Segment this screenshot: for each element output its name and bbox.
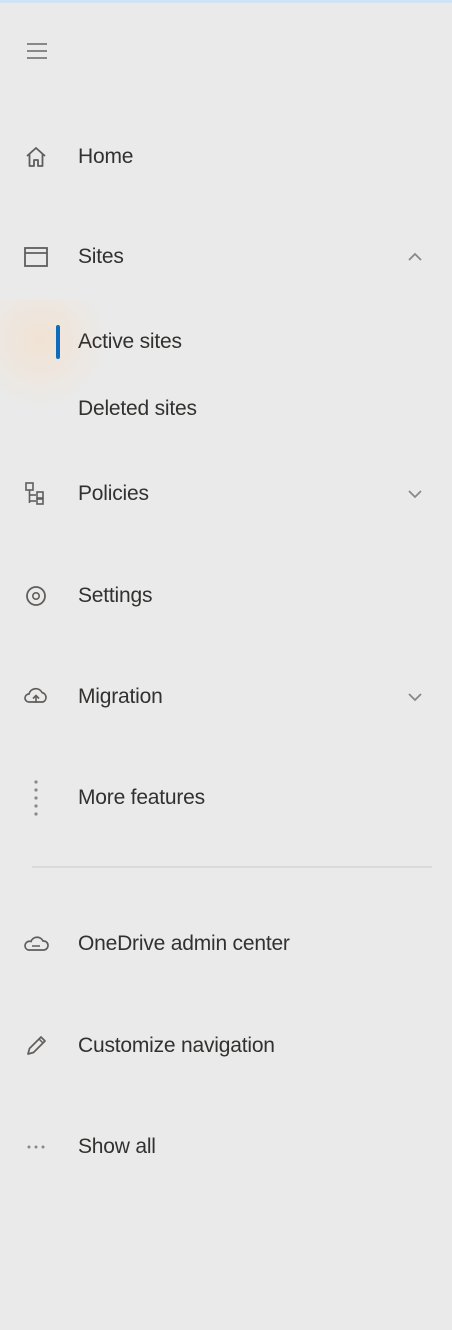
nav-item-label: Show all (78, 1135, 156, 1158)
nav-item-migration[interactable]: Migration (0, 667, 452, 727)
nav-item-policies[interactable]: Policies (0, 464, 452, 524)
nav-item-label: Sites (78, 245, 124, 268)
more-features-icon (22, 780, 50, 816)
nav-item-label: More features (78, 786, 205, 809)
chevron-up-icon[interactable] (402, 244, 428, 270)
home-icon (22, 143, 50, 171)
ellipsis-icon (22, 1133, 50, 1161)
nav-item-label: Active sites (78, 330, 182, 353)
onedrive-icon (22, 930, 50, 958)
policies-icon (22, 480, 50, 508)
pencil-icon (22, 1032, 50, 1060)
nav-item-label: Settings (78, 584, 153, 607)
selected-indicator (56, 325, 60, 359)
nav-item-show-all[interactable]: Show all (0, 1117, 452, 1177)
settings-icon (22, 582, 50, 610)
nav-item-label: Policies (78, 482, 149, 505)
nav-divider (32, 866, 432, 868)
nav-item-label: Migration (78, 685, 163, 708)
nav-item-settings[interactable]: Settings (0, 566, 452, 626)
chevron-down-icon[interactable] (402, 481, 428, 507)
nav-item-customize-navigation[interactable]: Customize navigation (0, 1016, 452, 1076)
nav-item-label: Deleted sites (78, 397, 197, 420)
sites-icon (22, 243, 50, 271)
nav-subitem-deleted-sites[interactable]: Deleted sites (0, 379, 452, 439)
nav-item-label: Customize navigation (78, 1034, 275, 1057)
nav-subitem-active-sites[interactable]: Active sites (0, 312, 452, 372)
nav-item-label: Home (78, 145, 134, 168)
migration-icon (22, 683, 50, 711)
chevron-down-icon[interactable] (402, 684, 428, 710)
nav-item-home[interactable]: Home (0, 127, 452, 187)
left-navigation: Home Sites Active sites Deleted sites Po… (0, 0, 452, 1330)
nav-item-sites[interactable]: Sites (0, 227, 452, 287)
nav-item-onedrive-admin-center[interactable]: OneDrive admin center (0, 914, 452, 974)
nav-item-label: OneDrive admin center (78, 932, 290, 955)
nav-item-more-features[interactable]: More features (0, 768, 452, 828)
hamburger-menu-button[interactable] (26, 40, 50, 62)
hamburger-icon (27, 43, 47, 59)
